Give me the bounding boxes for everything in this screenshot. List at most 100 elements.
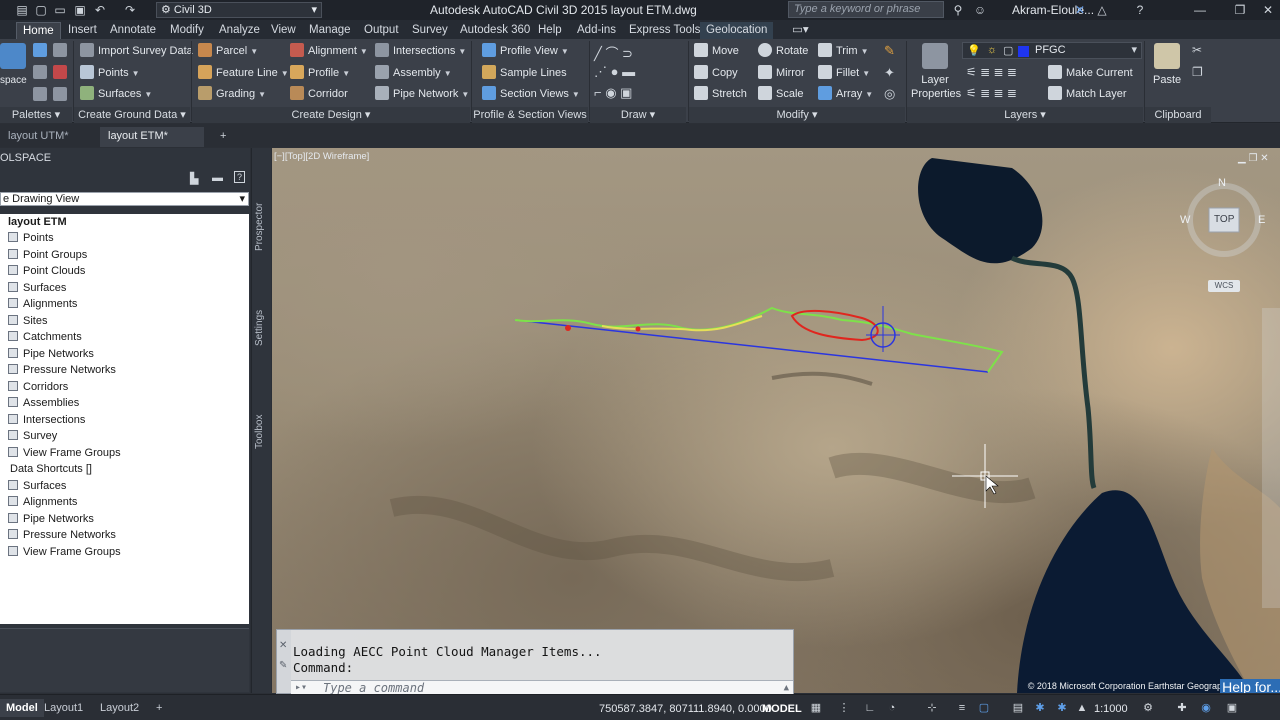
isolate-icon[interactable]: ◉ — [1200, 702, 1212, 714]
help-link[interactable]: Help for... — [1220, 679, 1280, 693]
drawing-viewport[interactable]: [−][Top][2D Wireframe] N W E TOP WCS ▁ ❐… — [272, 148, 1280, 693]
tree-item[interactable]: Corridors — [8, 379, 68, 395]
tree-item[interactable]: Surfaces — [8, 478, 66, 494]
annotation-visibility-icon[interactable]: ✱ — [1034, 702, 1046, 714]
new-file-icon[interactable]: ▢ — [33, 2, 49, 18]
mirror-button[interactable]: Mirror — [758, 64, 805, 82]
profile-button[interactable]: Profile ▼ — [290, 64, 350, 82]
tab-autodesk-360[interactable]: Autodesk 360 — [454, 22, 536, 39]
lineweight-icon[interactable]: ≡ — [956, 702, 968, 714]
tab-home[interactable]: Home — [16, 22, 61, 39]
tab-help[interactable]: Help — [532, 22, 568, 39]
surfaces-button[interactable]: Surfaces ▼ — [80, 85, 152, 103]
tab-modify[interactable]: Modify — [164, 22, 210, 39]
sample-lines-button[interactable]: Sample Lines — [482, 64, 567, 82]
tree-item[interactable]: Pipe Networks — [8, 346, 94, 362]
viewport-window-buttons[interactable]: ▁ ❐ ✕ — [1238, 153, 1269, 164]
annotation-scale[interactable]: 1:1000 — [1094, 703, 1128, 715]
assembly-button[interactable]: Assembly ▼ — [375, 64, 452, 82]
annotation-icon[interactable]: ▤ — [1012, 702, 1024, 714]
panel-title-create-ground-data[interactable]: Create Ground Data ▾ — [74, 107, 190, 123]
selection-cycling-icon[interactable]: ▢ — [978, 702, 990, 714]
tree-item[interactable]: Catchments — [8, 329, 82, 345]
layout-tab-layout1[interactable]: Layout1 — [38, 699, 89, 717]
tree-item[interactable]: Pressure Networks — [8, 527, 116, 543]
import-survey-data-button[interactable]: Import Survey Data — [80, 42, 193, 60]
panel-title-modify[interactable]: Modify ▾ — [689, 107, 905, 123]
tree-item[interactable]: Survey — [8, 428, 57, 444]
wcs-badge[interactable]: WCS — [1208, 280, 1240, 292]
rotate-button[interactable]: Rotate — [758, 42, 808, 60]
compass-north[interactable]: N — [1218, 177, 1226, 189]
viewcube-top-label[interactable]: TOP — [1214, 214, 1234, 225]
layer-state-icon[interactable]: ⚟ ≣ ≣ ≣ — [966, 86, 1017, 100]
preview-icon[interactable]: ▬ — [212, 172, 223, 184]
binoculars-icon[interactable]: ⚲ — [950, 2, 966, 18]
erase-icon[interactable]: ✎ — [884, 43, 895, 59]
move-button[interactable]: Move — [694, 42, 739, 60]
survey-icon[interactable] — [53, 65, 67, 79]
settings-icon[interactable] — [33, 65, 47, 79]
snap-icon[interactable]: ⋮ — [838, 702, 850, 714]
copy-clip-icon[interactable]: ❐ — [1192, 65, 1203, 79]
tree-item[interactable]: Alignments — [8, 296, 77, 312]
section-views-button[interactable]: Section Views ▼ — [482, 85, 580, 103]
stretch-button[interactable]: Stretch — [694, 85, 747, 103]
doc-tab-layout-etm[interactable]: layout ETM* — [100, 127, 204, 147]
hatch-icon[interactable]: ⌐ ◉ ▣ — [594, 85, 632, 101]
toolspace-label[interactable]: space — [0, 72, 27, 90]
search-input[interactable]: Type a keyword or phrase — [788, 1, 944, 18]
feature-line-button[interactable]: Feature Line ▼ — [198, 64, 289, 82]
autoscale-icon[interactable]: ✱ — [1056, 702, 1068, 714]
panel-title-profile-section-views[interactable]: Profile & Section Views — [472, 107, 588, 123]
prospector-icon[interactable] — [33, 43, 47, 57]
tree-item[interactable]: Alignments — [8, 494, 77, 510]
table-icon[interactable] — [53, 43, 67, 57]
tree-item[interactable]: Sites — [8, 313, 47, 329]
command-input[interactable]: ▸▾ Type a command ▲ — [291, 680, 793, 695]
command-line-grip[interactable]: ✕ ✎ — [277, 630, 291, 693]
tab-settings[interactable]: Settings — [254, 298, 270, 358]
points-button[interactable]: Points ▼ — [80, 64, 140, 82]
view-select[interactable]: e Drawing View ▾ — [0, 192, 249, 206]
parcel-button[interactable]: Parcel ▼ — [198, 42, 258, 60]
alignment-button[interactable]: Alignment ▼ — [290, 42, 368, 60]
panel-title-palettes[interactable]: Palettes ▾ — [0, 107, 72, 123]
corridor-button[interactable]: Corridor — [290, 85, 348, 103]
properties-icon[interactable] — [33, 87, 47, 101]
tree-item[interactable]: Intersections — [8, 412, 85, 428]
exchange-icon[interactable]: ✕ — [1072, 2, 1088, 18]
tree-root[interactable]: layout ETM — [8, 214, 67, 230]
open-icon[interactable]: ▭ — [52, 2, 68, 18]
tab-express-tools[interactable]: Express Tools — [623, 22, 706, 39]
tab-view[interactable]: View — [265, 22, 302, 39]
clean-screen-icon[interactable]: ▣ — [1226, 702, 1238, 714]
profile-view-button[interactable]: Profile View ▼ — [482, 42, 569, 60]
alignment-line[interactable] — [514, 319, 989, 373]
trim-button[interactable]: Trim ▼ — [818, 42, 869, 60]
fillet-button[interactable]: Fillet ▼ — [818, 64, 870, 82]
layer-dropdown[interactable]: 💡 ☼ ▢ PFGC ▾ — [962, 42, 1142, 59]
panel-title-create-design[interactable]: Create Design ▾ — [192, 107, 470, 123]
polar-icon[interactable]: ◔ — [886, 702, 898, 714]
tree-item[interactable]: Assemblies — [8, 395, 79, 411]
layout-tab-layout2[interactable]: Layout2 — [94, 699, 145, 717]
route-loop-red[interactable] — [790, 309, 879, 342]
navigation-bar[interactable] — [1262, 308, 1280, 608]
grid-icon[interactable]: ▦ — [810, 702, 822, 714]
array-button[interactable]: Array ▼ — [818, 85, 873, 103]
help-icon[interactable]: ? — [234, 171, 246, 183]
paste-button[interactable]: Paste — [1153, 74, 1181, 86]
tree-item[interactable]: Pipe Networks — [8, 511, 94, 527]
tab-toolbox[interactable]: Toolbox — [254, 402, 270, 462]
user-icon[interactable]: ☺ — [972, 2, 988, 18]
tab-analyze[interactable]: Analyze — [213, 22, 266, 39]
osnap-icon[interactable]: ⊹ — [926, 702, 938, 714]
explode-icon[interactable]: ✦ — [884, 65, 895, 81]
wrench-icon[interactable]: ✎ — [279, 660, 287, 671]
paste-icon[interactable] — [1154, 43, 1180, 69]
grading-button[interactable]: Grading ▼ — [198, 85, 266, 103]
undo-icon[interactable]: ↶ — [92, 2, 108, 18]
close-icon[interactable]: ✕ — [1256, 1, 1280, 19]
tree-item[interactable]: Point Clouds — [8, 263, 85, 279]
